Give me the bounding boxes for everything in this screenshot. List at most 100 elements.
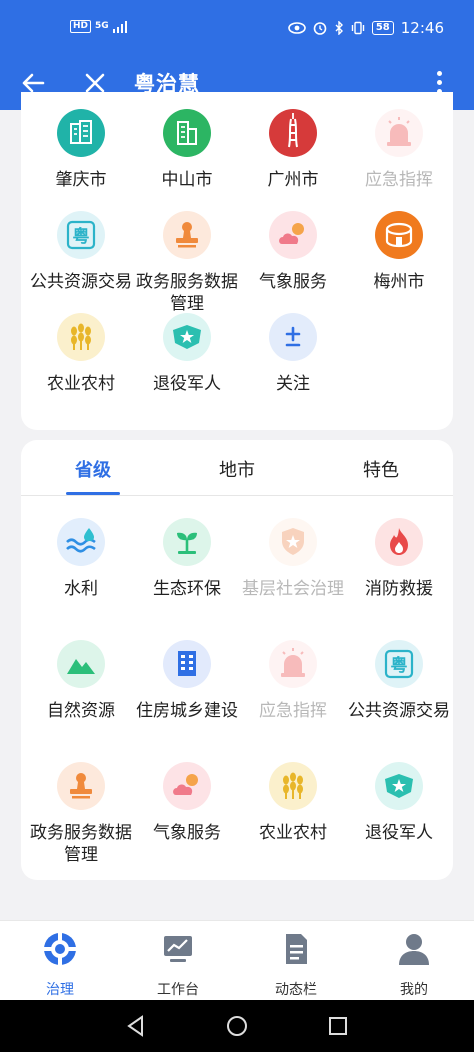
weather-icon [163, 762, 211, 810]
clock: 12:46 [400, 19, 444, 37]
tower-building-icon [163, 109, 211, 157]
grid-item-label: 肇庆市 [55, 170, 107, 190]
grid-item-label: 关注 [276, 374, 310, 394]
grid-item-label: 农业农村 [259, 823, 327, 843]
hd-badge: HD [70, 20, 92, 33]
status-right: 58 12:46 [288, 19, 444, 37]
grid-item[interactable]: 广州市 [239, 109, 347, 191]
grid-item-label: 应急指挥 [259, 701, 327, 721]
tulou-icon [375, 211, 423, 259]
grid-item[interactable]: 政务服务数据管理 [133, 211, 241, 315]
building-icon [57, 109, 105, 157]
favorites-card: 肇庆市 中山市 广州市 应急指挥粤公共资源交易 政务服务数据管理 气象服务 梅州市农业农村 退… [21, 92, 453, 430]
grid-item[interactable]: 中山市 [133, 109, 241, 191]
status-bar: HD 5G 58 12:46 [0, 0, 474, 56]
grid-item[interactable]: 农业农村 [239, 762, 347, 844]
grid-item-label: 水利 [64, 579, 98, 599]
military-badge-icon [375, 762, 423, 810]
status-left: HD 5G [70, 20, 127, 33]
category-tabs: 省级 地市 特色 [21, 440, 453, 496]
nav-label: 动态栏 [275, 982, 317, 998]
grid-item-label: 广州市 [267, 170, 319, 190]
grid-item[interactable]: 关注 [239, 313, 347, 395]
grid-item[interactable]: 应急指挥 [345, 109, 453, 191]
grid-item[interactable]: 消防救援 [345, 518, 453, 600]
nav-label: 工作台 [157, 982, 199, 998]
grid-item[interactable]: 应急指挥 [239, 640, 347, 722]
apartment-icon [163, 640, 211, 688]
grid-item-label: 政务服务数据管理 [136, 272, 238, 314]
grid-item-label: 生态环保 [153, 579, 221, 599]
grid-item-label: 梅州市 [373, 272, 425, 292]
nav-profile[interactable]: 我的 [374, 931, 454, 999]
grid-item[interactable]: 梅州市 [345, 211, 453, 293]
grid-item[interactable]: 退役军人 [133, 313, 241, 395]
battery-indicator: 58 [371, 21, 394, 35]
signal-icon [112, 20, 127, 33]
grid-item-label: 公共资源交易 [30, 272, 132, 292]
nav-label: 治理 [46, 982, 74, 998]
grid-item-label: 公共资源交易 [348, 701, 450, 721]
grid-item-label: 中山市 [161, 170, 213, 190]
grid-item[interactable]: 自然资源 [27, 640, 135, 722]
network-type: 5G [95, 21, 109, 31]
grid-item[interactable]: 粤公共资源交易 [345, 640, 453, 722]
grid-item[interactable]: 退役军人 [345, 762, 453, 844]
system-navigation-bar [0, 1000, 474, 1052]
dashboard-icon [164, 936, 192, 962]
active-tab-indicator [66, 492, 120, 495]
svg-text:粤: 粤 [391, 655, 408, 676]
grid-item-label: 住房城乡建设 [136, 701, 238, 721]
grid-item[interactable]: 粤公共资源交易 [27, 211, 135, 293]
grid-item-label: 消防救援 [365, 579, 433, 599]
grid-item[interactable]: 住房城乡建设 [133, 640, 241, 722]
nav-workbench[interactable]: 工作台 [138, 931, 218, 999]
nav-governance[interactable]: 治理 [20, 931, 100, 999]
alarm-icon [313, 22, 327, 35]
wheat-icon [269, 762, 317, 810]
mountain-icon [57, 640, 105, 688]
tab-featured[interactable]: 特色 [331, 456, 431, 482]
wheat-icon [57, 313, 105, 361]
eye-icon [288, 22, 306, 34]
grid-item-label: 政务服务数据管理 [30, 823, 132, 865]
grid-item-label: 自然资源 [47, 701, 115, 721]
canton-tower-icon [269, 109, 317, 157]
grid-item[interactable]: 生态环保 [133, 518, 241, 600]
nav-feed[interactable]: 动态栏 [256, 931, 336, 999]
svg-text:粤: 粤 [73, 226, 90, 247]
grid-item[interactable]: 政务服务数据管理 [27, 762, 135, 866]
grid-item[interactable]: 气象服务 [239, 211, 347, 293]
grid-item[interactable]: 水利 [27, 518, 135, 600]
system-recents-icon[interactable] [326, 1014, 350, 1038]
bottom-navigation: 治理 工作台 动态栏 我的 [0, 920, 474, 1000]
stamp-icon [163, 211, 211, 259]
grid-item-label: 农业农村 [47, 374, 115, 394]
plus-minus-icon [269, 313, 317, 361]
system-home-icon[interactable] [225, 1014, 249, 1038]
grid-item[interactable]: 肇庆市 [27, 109, 135, 191]
tab-city[interactable]: 地市 [187, 456, 287, 482]
grid-item[interactable]: 农业农村 [27, 313, 135, 395]
system-back-icon[interactable] [124, 1014, 148, 1038]
governance-icon [44, 933, 76, 965]
vibrate-icon [351, 21, 365, 35]
water-icon [57, 518, 105, 566]
grid-item-label: 应急指挥 [365, 170, 433, 190]
yue-badge-icon: 粤 [57, 211, 105, 259]
yue-badge-icon: 粤 [375, 640, 423, 688]
grid-item-label: 基层社会治理 [242, 579, 344, 599]
grid-item-label: 气象服务 [259, 272, 327, 292]
grid-item-label: 退役军人 [153, 374, 221, 394]
stamp-icon [57, 762, 105, 810]
person-icon [399, 934, 429, 965]
grid-item[interactable]: 气象服务 [133, 762, 241, 844]
grid-item[interactable]: 基层社会治理 [239, 518, 347, 600]
category-card: 省级 地市 特色 水利 生态环保 基层社会治理 消防救援 自然资源 住房城乡建设 应急指挥粤… [21, 440, 453, 880]
sprout-icon [163, 518, 211, 566]
military-badge-icon [163, 313, 211, 361]
grid-item-label: 气象服务 [153, 823, 221, 843]
bluetooth-icon [335, 21, 343, 35]
grid-item-label: 退役军人 [365, 823, 433, 843]
tab-provincial[interactable]: 省级 [43, 456, 143, 482]
